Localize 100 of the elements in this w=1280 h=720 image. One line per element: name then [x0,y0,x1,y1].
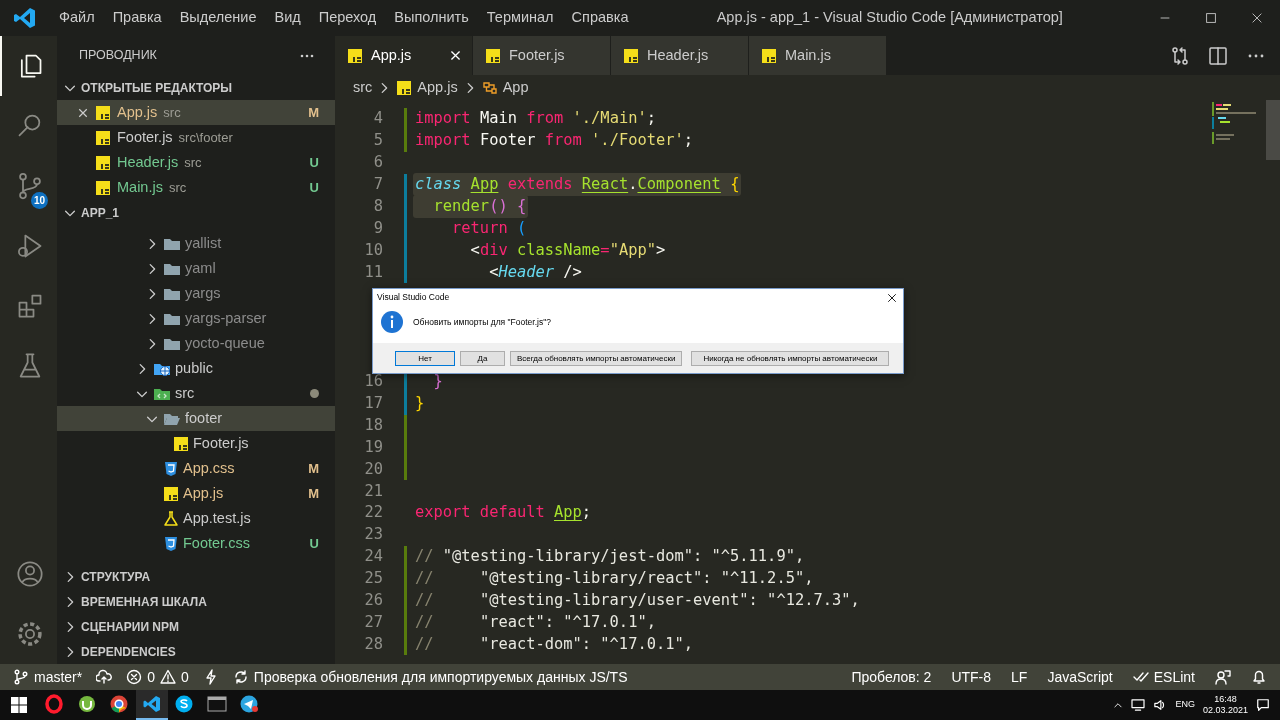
breadcrumb-item[interactable]: src [353,76,373,99]
dialog-button[interactable]: Никогда не обновлять импорты автоматически [691,351,890,366]
notification-icon[interactable] [1256,698,1270,712]
split-editor-icon[interactable] [1208,45,1228,66]
section-header[interactable]: DEPENDENCIES [81,642,176,661]
taskbar-app-icon[interactable] [239,694,260,714]
clock-time[interactable]: 16:48 [1202,694,1248,705]
settings-icon[interactable] [15,620,44,648]
tree-item[interactable]: yallist [57,231,335,256]
tree-item[interactable]: yargs [57,281,335,306]
git-status: M [308,484,319,503]
status-item[interactable]: UTF-8 [951,666,992,688]
menu-item[interactable]: Справка [562,7,638,29]
scrollbar-thumb[interactable] [1266,100,1280,160]
open-editor-item[interactable]: App.js src M [57,100,335,125]
breadcrumb-item[interactable]: App.js [417,76,458,99]
tree-item[interactable]: yaml [57,256,335,281]
tree-item[interactable]: App.js M [57,481,335,506]
menu-item[interactable]: Правка [103,7,171,29]
code-line: return ( [451,217,528,239]
dialog-button[interactable]: Да [460,351,505,366]
line-number: 8 [372,195,383,217]
git-status: M [308,103,319,122]
git-status: U [309,534,319,553]
section-header[interactable]: APP_1 [81,203,120,222]
maximize-icon[interactable] [1204,11,1218,25]
code-line: import Main from './Main'; [414,108,657,130]
menu-item[interactable]: Переход [309,7,386,29]
warning-icon[interactable] [160,669,177,685]
status-item[interactable]: master* [34,666,83,688]
tree-item[interactable]: public [57,356,335,381]
section-header[interactable]: ВРЕМЕННАЯ ШКАЛА [81,592,207,611]
editor-tab[interactable]: Main.js [749,36,887,75]
info-icon [381,311,403,333]
dialog-button[interactable]: Нет [395,351,455,366]
close-icon[interactable] [1250,11,1264,25]
file-name: Footer.css [183,533,250,553]
js-file-icon [485,47,501,64]
menu-item[interactable]: Выделение [170,7,266,29]
file-name: footer [185,408,223,428]
tree-item[interactable]: src [57,381,335,406]
section-header[interactable]: ОТКРЫТЫЕ РЕДАКТОРЫ [81,78,233,97]
clock-date[interactable]: 02.03.2021 [1202,705,1248,716]
tree-item[interactable]: App.css M [57,456,335,481]
compare-changes-icon[interactable] [1170,45,1190,66]
close-icon[interactable] [887,292,897,303]
taskbar-app-icon[interactable] [206,694,227,714]
tree-item[interactable]: Footer.css U [57,531,335,556]
file-path: src [184,153,202,172]
tree-item[interactable]: yargs-parser [57,306,335,331]
close-icon[interactable] [77,106,89,119]
error-icon[interactable] [126,669,143,685]
status-item[interactable]: Проверка обновления для импортируемых данных JS/TS [253,666,628,688]
chevron-up-icon[interactable] [1113,700,1124,710]
cloud-upload-icon[interactable] [96,669,113,685]
status-item[interactable]: Пробелов: 2 [851,666,932,688]
tree-item[interactable]: App.test.js [57,506,335,531]
js-file-icon [95,179,111,196]
status-item[interactable]: ESLint [1153,666,1195,688]
code-line: // "react": "^17.0.1", [414,611,657,633]
js-file-icon [163,485,179,502]
account-icon[interactable] [15,560,44,588]
error-count[interactable]: 0 [147,666,156,688]
status-item[interactable]: LF [1011,666,1028,688]
editor-tab[interactable]: Footer.js [473,36,611,75]
taskbar-app-icon[interactable] [76,694,97,714]
menu-item[interactable]: Выполнить [385,7,478,29]
open-editor-item[interactable]: Main.js src U [57,175,335,200]
menu-item[interactable]: Вид [265,7,310,29]
open-editor-item[interactable]: Header.js src U [57,150,335,175]
file-name: Footer.js [117,127,173,147]
menu-item[interactable]: Файл [50,7,104,29]
feedback-icon[interactable] [1215,669,1231,685]
code-line: // "@testing-library/react": "^11.2.5", [414,568,815,590]
open-editor-item[interactable]: Footer.js src\footer [57,125,335,150]
warning-count[interactable]: 0 [181,666,189,688]
status-item[interactable]: JavaScript [1047,666,1113,688]
network-icon[interactable] [1131,699,1146,711]
editor-tab[interactable]: Header.js [611,36,749,75]
js-file-icon [173,435,189,452]
section-header[interactable]: СЦЕНАРИИ NPM [81,617,180,636]
editor-tab[interactable]: App.js [335,36,473,75]
file-name: Main.js [117,177,163,197]
run-debug-icon[interactable] [15,232,44,260]
tree-item[interactable]: yocto-queue [57,331,335,356]
line-number: 26 [363,590,383,611]
section-header[interactable]: СТРУКТУРА [81,567,151,586]
notification-bell-icon[interactable] [1251,669,1267,685]
taskbar-app-icon[interactable] [109,694,130,714]
dialog-button[interactable]: Всегда обновлять импорты автоматически [510,351,683,366]
line-number: 10 [363,239,383,261]
language-indicator[interactable]: ENG [1175,698,1195,712]
js-file-icon [95,154,111,171]
line-number: 11 [363,261,383,283]
menu-item[interactable]: Терминал [477,7,563,29]
breadcrumb-item[interactable]: App [502,76,529,99]
tree-item[interactable]: footer [57,406,335,431]
taskbar-app-icon[interactable] [174,694,195,714]
start-icon[interactable] [11,697,27,713]
tree-item[interactable]: Footer.js [57,431,335,456]
